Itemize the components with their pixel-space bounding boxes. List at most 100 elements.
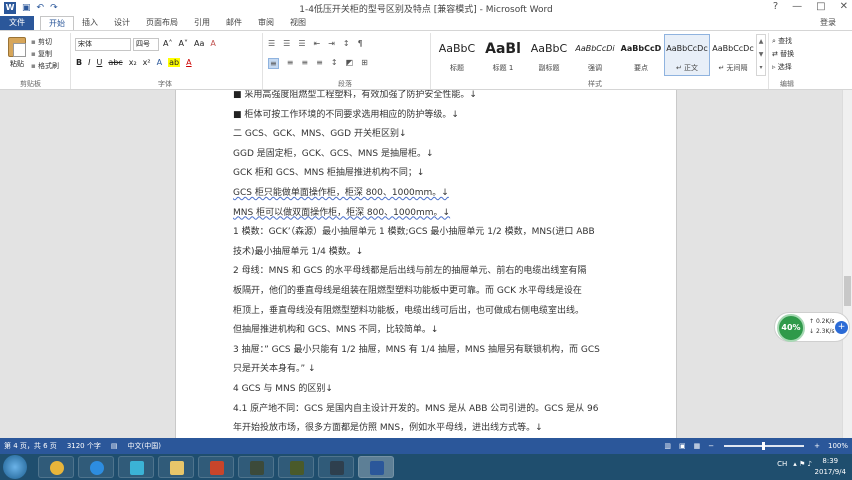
shrink-font-button[interactable]: A˅ — [178, 39, 187, 48]
shading-button[interactable]: ◩ — [346, 58, 354, 69]
taskbar-explorer[interactable] — [158, 456, 194, 478]
tab-references[interactable]: 引用 — [186, 16, 218, 30]
justify-button[interactable]: ≡ — [316, 58, 323, 69]
bold-button[interactable]: B — [76, 58, 82, 67]
language-indicator[interactable]: 中文(中国) — [127, 438, 160, 454]
style-normal[interactable]: AaBbCcDc ↵ 正文 — [664, 34, 710, 76]
page-indicator[interactable]: 第 4 页，共 6 页 — [4, 438, 57, 454]
underline-button[interactable]: U — [96, 58, 102, 67]
zoom-level[interactable]: 100% — [828, 438, 848, 454]
replace-button[interactable]: ⇄ 替换 — [772, 48, 794, 61]
tab-page-layout[interactable]: 页面布局 — [138, 16, 186, 30]
multilevel-list-button[interactable]: ☰ — [298, 39, 305, 48]
zoom-out-button[interactable]: − — [708, 438, 714, 454]
styles-gallery: AaBbC 标题 AaBl 标题 1 AaBbC 副标题 AaBbCcDi 强调… — [434, 34, 756, 76]
doc-line: 4.1 原产地不同：GCS 是国内自主设计开发的。MNS 是从 ABB 公司引进… — [233, 403, 599, 414]
zoom-slider[interactable] — [724, 442, 805, 450]
zoom-in-button[interactable]: + — [814, 438, 820, 454]
doc-line: 3 抽屉：” GCS 最小只能有 1/2 抽屉，MNS 有 1/4 抽屉，MNS… — [233, 344, 600, 355]
doc-line: 1 模数：GCK’（森源）最小抽屉单元 1 模数;GCS 最小抽屉单元 1/2 … — [233, 227, 595, 238]
superscript-button[interactable]: x² — [143, 58, 151, 67]
tab-review[interactable]: 审阅 — [250, 16, 282, 30]
tab-file[interactable]: 文件 — [0, 16, 34, 30]
styles-scroll[interactable]: ▲ ▼ ▾ — [756, 34, 766, 76]
font-color-button[interactable]: A — [186, 58, 191, 67]
word-count[interactable]: 3120 个字 — [67, 438, 101, 454]
numbering-button[interactable]: ☰ — [283, 39, 290, 48]
group-label-editing: 编辑 — [780, 80, 794, 88]
paste-button[interactable]: 粘贴 — [6, 37, 28, 69]
grow-font-button[interactable]: A˄ — [163, 39, 172, 48]
taskbar-app-1[interactable] — [238, 456, 274, 478]
tab-home[interactable]: 开始 — [40, 16, 74, 30]
style-heading-1[interactable]: AaBl 标题 1 — [480, 34, 526, 76]
style-subtitle[interactable]: AaBbC 副标题 — [526, 34, 572, 76]
tab-mailings[interactable]: 邮件 — [218, 16, 250, 30]
vertical-scrollbar[interactable] — [842, 90, 852, 438]
network-speed-widget[interactable]: 40% ↑ 0.2K/s ↓ 2.3K/s + — [774, 312, 850, 342]
format-painter-button[interactable]: 格式刷 — [31, 60, 59, 72]
document-body[interactable]: 采用高强度阻燃型工程塑料，有效加强了防护安全性能。↓ 柜体可按工作环境的不同要求… — [233, 90, 615, 438]
style-strong[interactable]: AaBbCcD 要点 — [618, 34, 664, 76]
input-language[interactable]: CH — [777, 460, 787, 468]
font-name-select[interactable]: 宋体 — [75, 38, 131, 51]
text-effects-button[interactable]: A — [157, 58, 162, 67]
window-controls: ? — □ ✕ — [773, 1, 848, 12]
line-spacing-button[interactable]: ↕ — [331, 58, 338, 69]
style-emphasis[interactable]: AaBbCcDi 强调 — [572, 34, 618, 76]
help-icon[interactable]: ? — [773, 1, 778, 12]
close-icon[interactable]: ✕ — [840, 1, 848, 12]
zoom-slider-knob[interactable] — [762, 442, 766, 450]
plus-icon[interactable]: + — [835, 321, 848, 334]
taskbar-powerpoint[interactable] — [198, 456, 234, 478]
italic-button[interactable]: I — [88, 58, 90, 67]
login-link[interactable]: 登录 — [820, 17, 836, 28]
start-button[interactable] — [3, 455, 27, 479]
clear-format-button[interactable]: A — [210, 39, 215, 48]
taskbar-word[interactable] — [358, 456, 394, 478]
read-mode-icon[interactable]: ▥ — [664, 438, 671, 454]
change-case-button[interactable]: Aa — [194, 39, 204, 48]
subscript-button[interactable]: x₂ — [129, 58, 137, 67]
tab-view[interactable]: 视图 — [282, 16, 314, 30]
tab-design[interactable]: 设计 — [106, 16, 138, 30]
taskbar-chrome[interactable] — [38, 456, 74, 478]
ie-icon — [90, 461, 104, 475]
minimize-icon[interactable]: — — [792, 1, 802, 12]
cut-button[interactable]: 剪切 — [31, 36, 59, 48]
font-size-select[interactable]: 四号 — [133, 38, 159, 51]
borders-button[interactable]: ⊞ — [361, 58, 368, 69]
find-button[interactable]: ⌕ 查找 — [772, 35, 794, 48]
align-right-button[interactable]: ≡ — [301, 58, 308, 69]
clock[interactable]: 8:39 2017/9/4 — [815, 456, 846, 478]
taskbar-ie[interactable] — [78, 456, 114, 478]
show-marks-button[interactable]: ¶ — [358, 39, 363, 48]
style-title[interactable]: AaBbC 标题 — [434, 34, 480, 76]
sort-button[interactable]: ↕ — [343, 39, 350, 48]
maximize-icon[interactable]: □ — [816, 1, 825, 12]
strikethrough-button[interactable]: abc — [108, 58, 122, 67]
word-icon — [370, 461, 384, 475]
replace-icon: ⇄ — [772, 50, 781, 58]
taskbar-app-2[interactable] — [278, 456, 314, 478]
taskbar-media[interactable] — [118, 456, 154, 478]
web-layout-icon[interactable]: ▦ — [694, 438, 701, 454]
group-label-styles: 样式 — [588, 80, 602, 88]
bullets-button[interactable]: ☰ — [268, 39, 275, 48]
style-no-spacing[interactable]: AaBbCcDc ↵ 无间隔 — [710, 34, 756, 76]
decrease-indent-button[interactable]: ⇤ — [314, 39, 321, 48]
select-button[interactable]: ▹ 选择 — [772, 61, 794, 74]
increase-indent-button[interactable]: ⇥ — [328, 39, 335, 48]
proofing-icon[interactable]: ▤ — [111, 438, 118, 454]
scrollbar-thumb[interactable] — [844, 276, 851, 306]
tab-insert[interactable]: 插入 — [74, 16, 106, 30]
taskbar-app-3[interactable] — [318, 456, 354, 478]
align-left-button[interactable]: ≡ — [268, 58, 279, 69]
tray-icons[interactable]: ▴ ⚑ ♪ — [793, 460, 812, 468]
doc-line: 采用高强度阻燃型工程塑料，有效加强了防护安全性能。↓ — [233, 90, 615, 106]
highlight-button[interactable]: ab — [168, 58, 181, 67]
center-button[interactable]: ≡ — [287, 58, 294, 69]
copy-button[interactable]: 复制 — [31, 48, 59, 60]
document-page[interactable]: 采用高强度阻燃型工程塑料，有效加强了防护安全性能。↓ 柜体可按工作环境的不同要求… — [175, 90, 677, 438]
print-layout-icon[interactable]: ▣ — [679, 438, 686, 454]
